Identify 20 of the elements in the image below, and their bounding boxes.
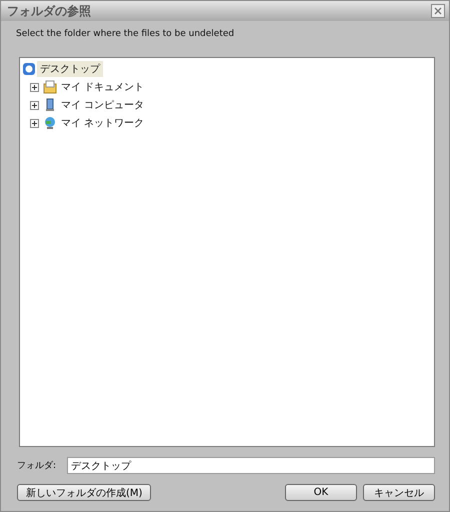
network-icon	[43, 116, 57, 130]
folder-label: フォルダ:	[17, 460, 58, 472]
tree-item[interactable]: マイ ドキュメント	[58, 79, 148, 95]
new-folder-button[interactable]: 新しいフォルダの作成(M)	[17, 484, 152, 501]
folder-field[interactable]: デスクトップ	[67, 457, 435, 474]
ok-button[interactable]: OK	[285, 484, 357, 501]
close-icon	[434, 7, 442, 15]
tree-item[interactable]: デスクトップ	[37, 61, 103, 77]
window-title: フォルダの参照	[7, 2, 91, 20]
prompt-text: Select the folder where the files to be undeleted	[15, 28, 236, 41]
tree-item[interactable]: マイ コンピュータ	[58, 97, 148, 113]
cancel-button[interactable]: キャンセル	[363, 484, 435, 501]
desktop-icon	[22, 62, 36, 76]
expand-toggle[interactable]	[30, 118, 39, 128]
expand-toggle[interactable]	[30, 82, 39, 92]
tree-item[interactable]: マイ ネットワーク	[58, 115, 148, 131]
expand-toggle[interactable]	[30, 100, 39, 110]
computer-icon	[43, 98, 57, 112]
folder-icon	[43, 80, 57, 94]
close-button[interactable]	[431, 4, 445, 18]
